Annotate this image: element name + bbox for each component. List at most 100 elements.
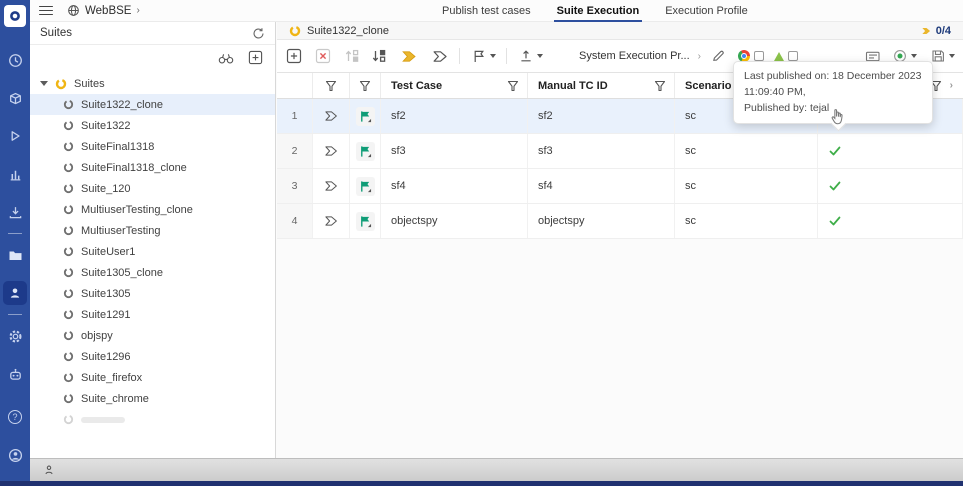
test-case-cell[interactable]: sf3	[381, 134, 528, 168]
run-test-icon[interactable]	[313, 134, 350, 168]
suite-icon	[63, 288, 74, 299]
tree-item[interactable]: SuiteFinal1318	[30, 136, 275, 157]
manual-tc-id-cell[interactable]: sf4	[528, 169, 675, 203]
scenario-cell[interactable]: sc	[675, 204, 818, 238]
table-row[interactable]: 2 sf3 sf3 sc	[277, 134, 963, 169]
table-row[interactable]: 4 objectspy objectspy sc	[277, 204, 963, 239]
tree-item[interactable]: MultiuserTesting	[30, 220, 275, 241]
suite-icon	[63, 309, 74, 320]
suite-icon	[63, 225, 74, 236]
tree-item[interactable]: Suite_chrome	[30, 388, 275, 409]
tree-root-suites[interactable]: Suites	[30, 73, 275, 94]
tree-item[interactable]: Suite1322	[30, 115, 275, 136]
suite-icon	[63, 99, 74, 110]
run-column-filter[interactable]	[313, 73, 350, 98]
flag-menu-caret-icon[interactable]	[490, 54, 496, 58]
spark-browser-icon[interactable]	[774, 51, 784, 61]
breadcrumb[interactable]: WebBSE ›	[67, 4, 140, 17]
spark-checkbox[interactable]	[788, 51, 798, 61]
folders-icon[interactable]	[0, 236, 30, 274]
tree-item[interactable]: Suite1296	[30, 346, 275, 367]
status-cell[interactable]	[818, 169, 963, 203]
run-test-icon[interactable]	[313, 169, 350, 203]
run-test-icon[interactable]	[313, 204, 350, 238]
tree-item[interactable]: objspy	[30, 325, 275, 346]
suites-panel-title: Suites	[40, 27, 72, 39]
edit-profile-pencil-icon[interactable]	[709, 48, 726, 65]
column-header-test-case[interactable]: Test Case	[381, 73, 528, 98]
scenario-cell[interactable]: sc	[675, 169, 818, 203]
passed-check-icon	[828, 179, 842, 193]
tab-execution-profile[interactable]: Execution Profile	[665, 0, 748, 22]
table-row[interactable]: 3 sf4 sf4 sc	[277, 169, 963, 204]
tree-item[interactable]: Suite1322_clone	[30, 94, 275, 115]
chrome-checkbox[interactable]	[754, 51, 764, 61]
remove-test-case-button[interactable]	[314, 48, 331, 65]
test-case-cell[interactable]: sf2	[381, 99, 528, 133]
suite-icon	[63, 246, 74, 257]
flag-cell[interactable]	[350, 204, 381, 238]
suite-icon	[63, 330, 74, 341]
tree-item[interactable]: Suite1305_clone	[30, 262, 275, 283]
status-cell[interactable]	[818, 134, 963, 168]
run-icon[interactable]	[0, 117, 30, 155]
tab-publish-test-cases[interactable]: Publish test cases	[442, 0, 531, 22]
account-icon[interactable]	[0, 436, 30, 474]
manual-tc-id-cell[interactable]: objectspy	[528, 204, 675, 238]
filter-icon[interactable]	[507, 80, 519, 92]
package-icon[interactable]	[0, 79, 30, 117]
flag-column-filter[interactable]	[350, 73, 381, 98]
tab-suite-execution[interactable]: Suite Execution	[553, 0, 642, 22]
flag-menu-button[interactable]	[470, 48, 487, 65]
add-test-case-button[interactable]	[285, 48, 302, 65]
flag-cell[interactable]	[350, 134, 381, 168]
move-up-button[interactable]	[343, 48, 360, 65]
flag-cell[interactable]	[350, 169, 381, 203]
history-icon[interactable]	[0, 41, 30, 79]
import-icon[interactable]	[0, 193, 30, 231]
tree-item[interactable]: MultiuserTesting_clone	[30, 199, 275, 220]
tree-item-truncated[interactable]	[30, 409, 275, 430]
test-case-cell[interactable]: sf4	[381, 169, 528, 203]
app-logo-icon[interactable]	[4, 5, 26, 27]
add-suite-button[interactable]	[248, 50, 263, 65]
main-tabs: Publish test cases Suite Execution Execu…	[442, 0, 748, 22]
flag-icon	[360, 145, 371, 157]
tree-item[interactable]: SuiteFinal1318_clone	[30, 157, 275, 178]
scenario-cell[interactable]: sc	[675, 134, 818, 168]
search-binoculars-icon[interactable]	[218, 52, 234, 64]
filter-icon[interactable]	[654, 80, 666, 92]
run-all-button[interactable]	[432, 48, 449, 65]
help-icon[interactable]: ?	[0, 398, 30, 436]
status-cell[interactable]	[818, 204, 963, 238]
save-caret-icon[interactable]	[949, 54, 955, 58]
settings-gear-icon[interactable]	[0, 317, 30, 355]
export-caret-icon[interactable]	[537, 54, 543, 58]
row-number-header	[277, 73, 313, 98]
flag-cell[interactable]	[350, 99, 381, 133]
run-selected-button[interactable]	[401, 48, 418, 65]
execution-status-caret-icon[interactable]	[911, 54, 917, 58]
tree-item[interactable]: Suite_firefox	[30, 367, 275, 388]
execution-profile-label[interactable]: System Execution Pr...	[579, 50, 690, 62]
reports-icon[interactable]	[0, 155, 30, 193]
tree-item[interactable]: Suite1305	[30, 283, 275, 304]
manual-tc-id-cell[interactable]: sf2	[528, 99, 675, 133]
export-button[interactable]	[517, 48, 534, 65]
bot-icon[interactable]	[0, 355, 30, 393]
test-case-cell[interactable]: objectspy	[381, 204, 528, 238]
manual-tc-id-cell[interactable]: sf3	[528, 134, 675, 168]
users-icon-active[interactable]	[0, 274, 30, 312]
run-test-icon[interactable]	[313, 99, 350, 133]
hamburger-menu-icon[interactable]	[39, 3, 53, 18]
tree-item[interactable]: Suite_120	[30, 178, 275, 199]
move-down-button[interactable]	[370, 48, 387, 65]
scroll-right-chevron-icon[interactable]: ›	[950, 80, 953, 91]
suite-tab-label[interactable]: Suite1322_clone	[307, 25, 389, 37]
refresh-icon[interactable]	[252, 27, 265, 40]
column-header-manual-tc-id[interactable]: Manual TC ID	[528, 73, 675, 98]
tree-item[interactable]: Suite1291	[30, 304, 275, 325]
profile-chevron-icon[interactable]: ›	[698, 51, 701, 62]
expand-caret-icon[interactable]	[40, 81, 48, 86]
tree-item[interactable]: SuiteUser1	[30, 241, 275, 262]
